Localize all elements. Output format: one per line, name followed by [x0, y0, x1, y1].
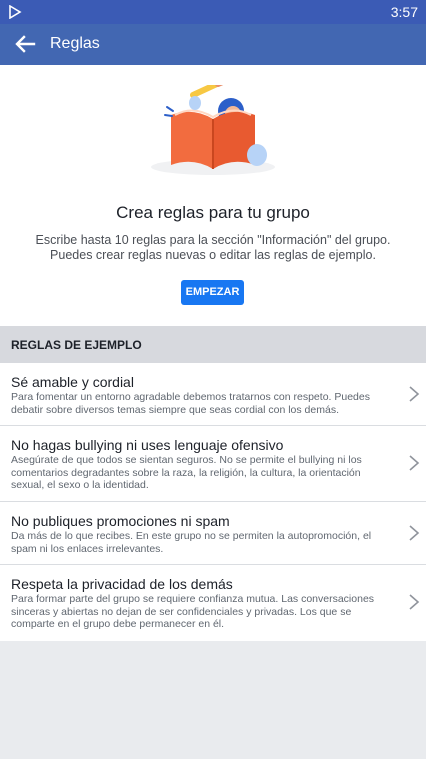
- rule-title: Sé amable y cordial: [11, 374, 134, 390]
- rule-item-no-bullying[interactable]: No hagas bullying ni uses lenguaje ofens…: [0, 426, 426, 502]
- rule-item-be-kind[interactable]: Sé amable y cordial Para fomentar un ent…: [0, 363, 426, 426]
- rule-title: Respeta la privacidad de los demás: [11, 576, 233, 592]
- status-bar: 3:57: [0, 0, 426, 24]
- rule-description: Para formar parte del grupo se requiere …: [11, 593, 375, 630]
- intro-card: Crea reglas para tu grupo Escribe hasta …: [0, 65, 426, 326]
- chevron-right-icon: [409, 386, 420, 402]
- chevron-right-icon: [409, 594, 420, 610]
- intro-description-line-1: Escribe hasta 10 reglas para la sección …: [35, 233, 391, 247]
- app-bar: Reglas: [0, 24, 426, 65]
- example-rules-list: Sé amable y cordial Para fomentar un ent…: [0, 363, 426, 641]
- intro-description: Escribe hasta 10 reglas para la sección …: [20, 233, 406, 263]
- chevron-right-icon: [409, 525, 420, 541]
- intro-heading: Crea reglas para tu grupo: [116, 203, 310, 222]
- rule-description: Asegúrate de que todos se sientan seguro…: [11, 454, 362, 491]
- status-time: 3:57: [390, 4, 418, 20]
- rule-description: Da más de lo que recibes. En este grupo …: [11, 530, 372, 555]
- rule-item-privacy[interactable]: Respeta la privacidad de los demás Para …: [0, 565, 426, 641]
- back-arrow-icon[interactable]: [14, 34, 36, 54]
- rule-title: No publiques promociones ni spam: [11, 513, 230, 529]
- rule-title: No hagas bullying ni uses lenguaje ofens…: [11, 437, 284, 453]
- section-header: REGLAS DE EJEMPLO: [0, 326, 426, 363]
- start-button[interactable]: EMPEZAR: [181, 280, 244, 305]
- rule-item-no-spam[interactable]: No publiques promociones ni spam Da más …: [0, 502, 426, 565]
- page-title: Reglas: [50, 35, 100, 52]
- book-reading-illustration: [151, 85, 275, 175]
- intro-description-line-2: Puedes crear reglas nuevas o editar las …: [50, 248, 376, 262]
- play-store-icon: [9, 5, 22, 19]
- rule-description: Para fomentar un entorno agradable debem…: [11, 391, 370, 416]
- chevron-right-icon: [409, 455, 420, 471]
